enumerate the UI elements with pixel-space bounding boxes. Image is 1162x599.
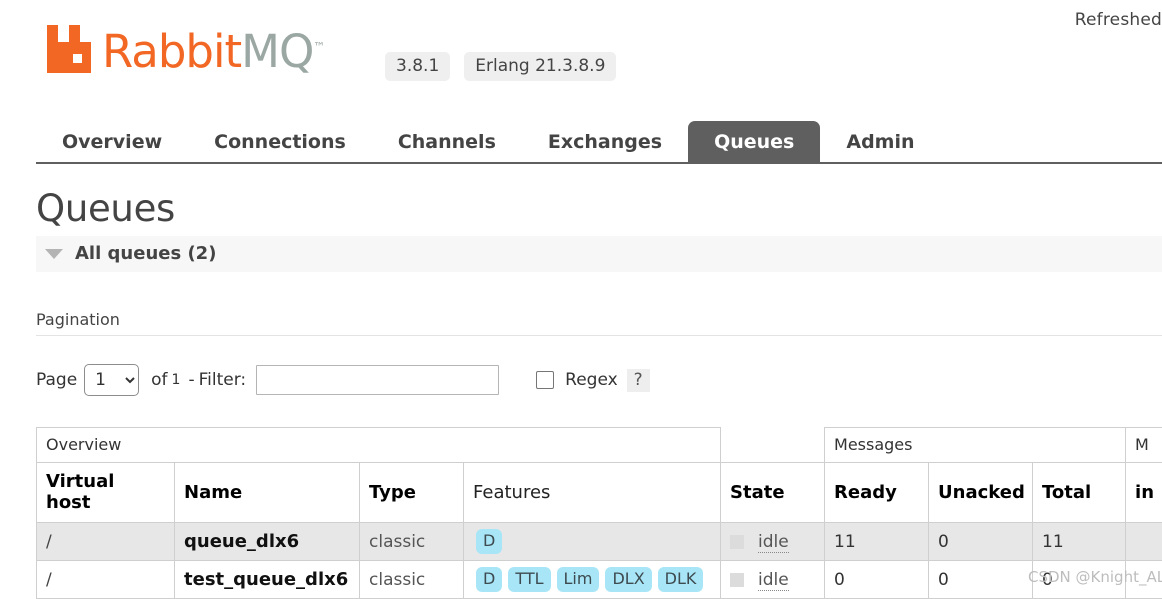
page-select[interactable]: 1 — [84, 364, 139, 396]
page-label: Page — [36, 370, 77, 390]
logo-word-mq: MQ — [241, 25, 313, 78]
version-badges: 3.8.1 Erlang 21.3.8.9 — [385, 52, 616, 81]
table-group-header-row: Overview Messages M — [37, 428, 1162, 463]
pagination-controls: Page 1 of 1 - Filter: Regex ? — [36, 364, 1162, 396]
queues-table-body: / queue_dlx6 classic D idle 11 0 11 / — [37, 523, 1162, 599]
tab-overview[interactable]: Overview — [36, 121, 188, 164]
queues-table-container: Overview Messages M Virtual host Name Ty… — [36, 427, 1162, 599]
state-indicator-icon — [730, 573, 744, 587]
column-type[interactable]: Type — [360, 463, 464, 523]
filter-label: Filter: — [199, 370, 247, 390]
cell-state: idle — [721, 523, 825, 561]
state-label: idle — [758, 532, 789, 553]
cell-features: D — [464, 523, 721, 561]
column-name[interactable]: Name — [175, 463, 360, 523]
regex-option: Regex ? — [536, 369, 650, 392]
cell-ready: 11 — [825, 523, 929, 561]
cell-incoming — [1126, 523, 1162, 561]
tab-admin[interactable]: Admin — [820, 121, 940, 164]
queues-table: Overview Messages M Virtual host Name Ty… — [36, 427, 1162, 599]
feature-badge: D — [476, 529, 502, 554]
chevron-down-icon[interactable] — [45, 249, 63, 259]
feature-badge: Lim — [557, 567, 600, 592]
cell-type: classic — [360, 523, 464, 561]
group-overview: Overview — [37, 428, 721, 463]
column-total[interactable]: Total — [1033, 463, 1126, 523]
main-content: Queues All queues (2) Pagination Page 1 … — [0, 188, 1162, 599]
column-incoming[interactable]: in — [1126, 463, 1162, 523]
all-queues-label: All queues (2) — [75, 243, 216, 264]
trademark-symbol: ™ — [313, 40, 325, 54]
group-message-rates: M — [1126, 428, 1162, 463]
column-unacked[interactable]: Unacked — [929, 463, 1033, 523]
table-column-header-row: Virtual host Name Type Features State Re… — [37, 463, 1162, 523]
cell-virtual-host: / — [37, 523, 175, 561]
column-state[interactable]: State — [721, 463, 825, 523]
state-indicator-icon — [730, 535, 744, 549]
pagination-heading: Pagination — [36, 310, 1162, 336]
cell-unacked: 0 — [929, 523, 1033, 561]
feature-badge: DLX — [605, 567, 651, 592]
queues-table-head: Overview Messages M Virtual host Name Ty… — [37, 428, 1162, 523]
tab-queues[interactable]: Queues — [688, 121, 820, 164]
cell-total: 11 — [1033, 523, 1126, 561]
rabbitmq-version-badge: 3.8.1 — [385, 52, 450, 81]
regex-checkbox[interactable] — [536, 371, 554, 389]
regex-label: Regex — [565, 370, 618, 390]
erlang-version-badge: Erlang 21.3.8.9 — [464, 52, 616, 81]
page-header: Refreshed RabbitMQ™ 3.8.1 Erlang 21.3.8.… — [0, 0, 1162, 110]
feature-badge: TTL — [508, 567, 550, 592]
refreshed-status: Refreshed — [1075, 10, 1162, 30]
column-ready[interactable]: Ready — [825, 463, 929, 523]
tab-channels[interactable]: Channels — [372, 121, 522, 164]
main-navigation: Overview Connections Channels Exchanges … — [0, 118, 1162, 164]
nav-underline — [36, 162, 1162, 164]
column-virtual-host[interactable]: Virtual host — [37, 463, 175, 523]
regex-help-icon[interactable]: ? — [627, 369, 650, 392]
page-title: Queues — [36, 188, 1162, 230]
table-row[interactable]: / queue_dlx6 classic D idle 11 0 11 — [37, 523, 1162, 561]
group-blank — [721, 428, 825, 463]
total-pages: 1 — [172, 372, 181, 388]
logo-wordmark: RabbitMQ™ — [102, 24, 325, 75]
rabbitmq-logo-icon — [47, 25, 99, 73]
separator-dash: - — [188, 370, 194, 390]
all-queues-section-header[interactable]: All queues (2) — [36, 236, 1162, 272]
logo-word-rabbit: Rabbit — [102, 25, 241, 78]
tab-exchanges[interactable]: Exchanges — [522, 121, 688, 164]
state-label: idle — [758, 570, 789, 591]
rabbitmq-logo[interactable]: RabbitMQ™ — [47, 22, 325, 73]
feature-badge: D — [476, 567, 502, 592]
of-label: of — [151, 370, 167, 390]
group-messages: Messages — [825, 428, 1126, 463]
tab-connections[interactable]: Connections — [188, 121, 372, 164]
cell-queue-name[interactable]: queue_dlx6 — [175, 523, 360, 561]
feature-badge: DLK — [658, 567, 704, 592]
filter-input[interactable] — [256, 365, 499, 395]
column-features: Features — [464, 463, 721, 523]
